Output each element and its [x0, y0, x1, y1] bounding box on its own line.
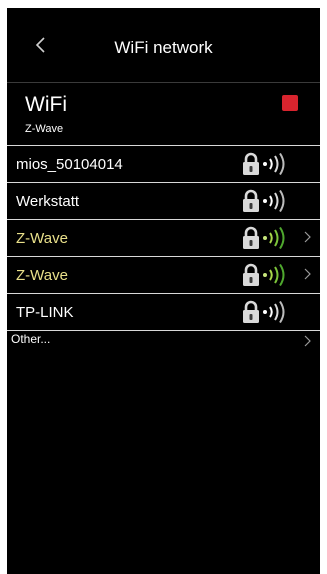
network-name: Z-Wave: [16, 267, 68, 284]
lock-icon: [243, 263, 259, 286]
chevron-right-icon: [304, 231, 311, 243]
network-name: Z-Wave: [16, 230, 68, 247]
connected-network-label: Z-Wave: [25, 123, 64, 135]
page-title: WiFi network: [114, 38, 213, 57]
other-network-row[interactable]: Other...: [7, 326, 320, 356]
header-bar: WiFi network: [7, 8, 320, 83]
lock-icon: [243, 226, 259, 249]
wifi-label: WiFi: [25, 93, 67, 116]
wifi-signal-icon: [263, 190, 285, 212]
wifi-screen: WiFi network WiFi Z-Wave mios_50104014 W…: [7, 8, 320, 574]
chevron-right-icon: [304, 335, 311, 347]
wifi-signal-icon: [263, 227, 285, 249]
wifi-signal-icon: [263, 153, 285, 175]
network-name: mios_50104014: [16, 156, 123, 173]
wifi-toggle-row: WiFi Z-Wave: [7, 83, 320, 146]
network-row[interactable]: mios_50104014: [7, 146, 320, 183]
network-name: Werkstatt: [16, 193, 80, 210]
network-row[interactable]: Z-Wave: [7, 257, 320, 294]
chevron-right-icon: [304, 268, 311, 280]
network-row[interactable]: Werkstatt: [7, 183, 320, 220]
lock-icon: [243, 300, 259, 323]
wifi-enabled-checkbox[interactable]: [282, 95, 298, 111]
wifi-signal-icon: [263, 301, 285, 323]
network-name: TP-LINK: [16, 304, 74, 321]
lock-icon: [243, 189, 259, 212]
wifi-signal-icon: [263, 264, 285, 286]
other-network-label: Other...: [11, 332, 51, 346]
network-row[interactable]: Z-Wave: [7, 220, 320, 257]
lock-icon: [243, 152, 259, 175]
